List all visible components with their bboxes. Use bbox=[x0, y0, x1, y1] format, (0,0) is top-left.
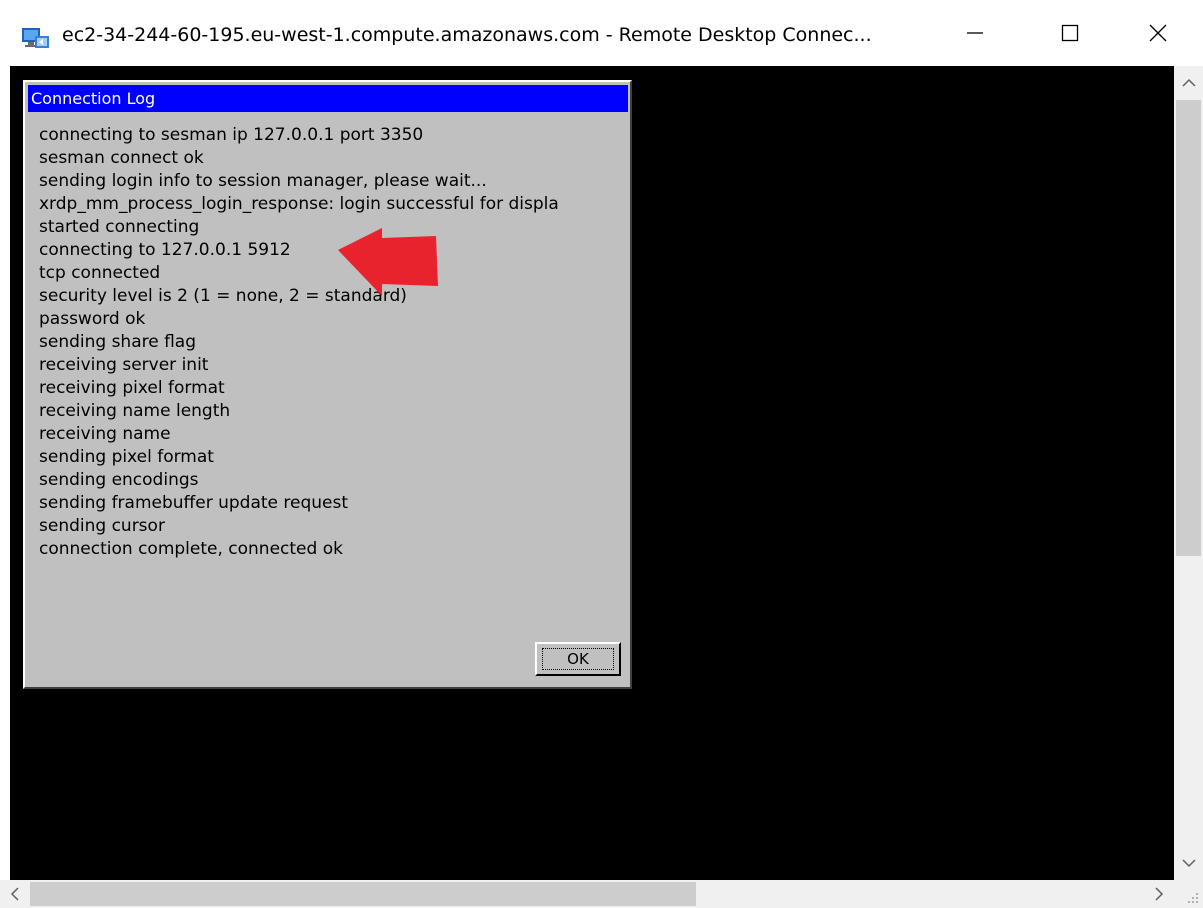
ok-button[interactable]: OK bbox=[535, 642, 621, 676]
maximize-button[interactable] bbox=[1025, 0, 1115, 66]
log-line: sending login info to session manager, p… bbox=[39, 171, 487, 191]
log-line: sending pixel format bbox=[39, 447, 214, 467]
log-line: sesman connect ok bbox=[39, 148, 204, 168]
dialog-title-bar[interactable]: Connection Log bbox=[28, 85, 628, 112]
minimize-icon bbox=[967, 32, 983, 34]
log-line: connecting to sesman ip 127.0.0.1 port 3… bbox=[39, 125, 424, 145]
minimize-button[interactable] bbox=[930, 0, 1020, 66]
scrollbar-corner bbox=[1174, 880, 1203, 908]
chevron-right-icon bbox=[1155, 887, 1164, 901]
log-line: password ok bbox=[39, 309, 146, 329]
connection-log-list: connecting to sesman ip 127.0.0.1 port 3… bbox=[39, 124, 630, 561]
log-line: sending encodings bbox=[39, 470, 199, 490]
ok-button-label: OK bbox=[542, 648, 614, 670]
scroll-right-button[interactable] bbox=[1144, 880, 1174, 908]
scroll-left-button[interactable] bbox=[0, 880, 30, 908]
maximize-icon bbox=[1061, 24, 1079, 42]
chevron-up-icon bbox=[1181, 78, 1196, 87]
close-icon bbox=[1149, 24, 1167, 42]
chevron-left-icon bbox=[10, 887, 19, 901]
title-bar[interactable]: ec2-34-244-60-195.eu-west-1.compute.amaz… bbox=[0, 0, 1203, 66]
log-line: receiving pixel format bbox=[39, 378, 225, 398]
remote-desktop-window: ec2-34-244-60-195.eu-west-1.compute.amaz… bbox=[0, 0, 1203, 908]
connection-log-dialog: Connection Log connecting to sesman ip 1… bbox=[23, 80, 632, 689]
scroll-down-button[interactable] bbox=[1174, 846, 1203, 880]
log-line: sending framebuffer update request bbox=[39, 493, 349, 513]
log-line: receiving name length bbox=[39, 401, 231, 421]
close-button[interactable] bbox=[1113, 0, 1203, 66]
log-line: sending cursor bbox=[39, 516, 165, 536]
log-line: receiving server init bbox=[39, 355, 209, 375]
chevron-down-icon bbox=[1181, 859, 1196, 868]
vertical-scrollbar[interactable] bbox=[1174, 66, 1203, 880]
remote-session-area[interactable]: Connection Log connecting to sesman ip 1… bbox=[10, 66, 1174, 880]
red-arrow-left-icon bbox=[338, 228, 438, 296]
horizontal-scrollbar[interactable] bbox=[0, 880, 1174, 908]
log-line: receiving name bbox=[39, 424, 171, 444]
vertical-scroll-thumb[interactable] bbox=[1176, 100, 1201, 556]
remote-desktop-icon bbox=[22, 28, 49, 48]
log-line: sending share flag bbox=[39, 332, 197, 352]
resize-grip-icon[interactable] bbox=[1187, 892, 1199, 904]
scroll-up-button[interactable] bbox=[1174, 66, 1203, 100]
window-title: ec2-34-244-60-195.eu-west-1.compute.amaz… bbox=[62, 24, 872, 46]
horizontal-scroll-thumb[interactable] bbox=[30, 882, 696, 906]
log-line: xrdp_mm_process_login_response: login su… bbox=[39, 194, 559, 214]
log-line: connection complete, connected ok bbox=[39, 539, 343, 559]
